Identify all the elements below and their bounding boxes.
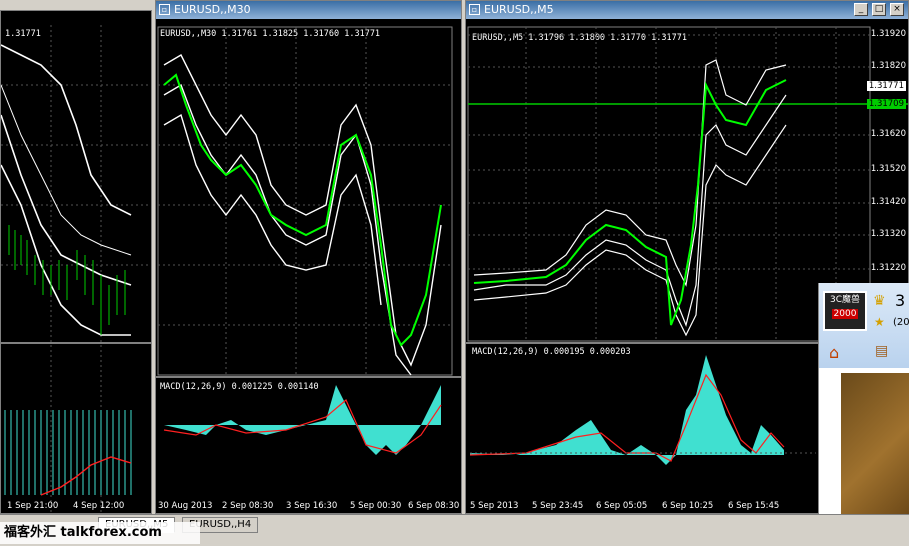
m30-x-label-3: 3 Sep 16:30 (286, 501, 338, 511)
popup-number: 3 (895, 291, 906, 310)
popup-logo-year: 2000 (831, 309, 859, 319)
m30-x-label-1: 30 Aug 2013 (158, 501, 213, 511)
popup-paren-text: (20 (893, 317, 909, 328)
m30-x-label-2: 2 Sep 08:30 (222, 501, 274, 511)
left-x-label-1: 1 Sep 21:00 (7, 501, 59, 511)
folder-icon[interactable]: ▤ (875, 343, 888, 359)
chart-window-left[interactable]: 1.31771 1 Sep 21:00 4 Sep 12:00 (0, 10, 152, 514)
m5-current-price-label: 1.31771 (866, 81, 906, 91)
left-price-svg (1, 25, 151, 513)
m30-macd-label: MACD(12,26,9) 0.001225 0.001140 (160, 382, 319, 392)
popup-logo-text: 3C魔兽 (829, 295, 860, 305)
popup-header: 3C魔兽 2000 ♛ 3 ★ (20 ⌂ ▤ (819, 283, 909, 368)
crown-icon: ♛ (873, 293, 886, 309)
m5-x-label-2: 5 Sep 23:45 (532, 501, 584, 511)
m5-bid-line-label: 1.31709 (866, 99, 906, 109)
floating-ad-popup[interactable]: 3C魔兽 2000 ♛ 3 ★ (20 ⌂ ▤ (818, 283, 909, 546)
left-x-label-2: 4 Sep 12:00 (73, 501, 125, 511)
m30-title-text: EURUSD,,M30 (174, 3, 251, 16)
m5-y-label: 1.31620 (870, 129, 906, 139)
m5-y-label: 1.31920 (870, 29, 906, 39)
m5-x-label-5: 6 Sep 15:45 (728, 501, 780, 511)
m5-y-label: 1.31520 (870, 164, 906, 174)
chart-window-icon: ▫ (159, 4, 170, 15)
m5-macd-label: MACD(12,26,9) 0.000195 0.000203 (472, 347, 631, 357)
star-icon: ★ (874, 315, 885, 329)
m5-y-label: 1.31420 (870, 197, 906, 207)
m30-price-svg (156, 26, 461, 455)
m5-y-label: 1.31220 (870, 263, 906, 273)
m30-x-label-4: 5 Sep 00:30 (350, 501, 402, 511)
m30-x-label-5: 6 Sep 08:30 (408, 501, 460, 511)
maximize-button[interactable]: □ (872, 3, 886, 16)
chart-window-icon: ▫ (469, 4, 480, 15)
close-button[interactable]: × (890, 3, 904, 16)
popup-logo[interactable]: 3C魔兽 2000 (823, 291, 867, 331)
m5-title-text: EURUSD,,M5 (484, 3, 554, 16)
m5-y-label: 1.31320 (870, 229, 906, 239)
m30-title-bar[interactable]: ▫ EURUSD,,M30 (156, 1, 461, 19)
m5-x-label-3: 6 Sep 05:05 (596, 501, 648, 511)
m5-y-label: 1.31820 (870, 61, 906, 71)
m5-x-label-4: 6 Sep 10:25 (662, 501, 714, 511)
chart-window-eurusd-m30[interactable]: ▫ EURUSD,,M30 EURUSD,,M30 1.31761 1.3182… (155, 0, 462, 514)
left-chart-area[interactable]: 1.31771 1 Sep 21:00 4 Sep 12:00 (1, 25, 151, 513)
m30-chart-area[interactable]: EURUSD,,M30 1.31761 1.31825 1.31760 1.31… (156, 25, 461, 513)
m5-x-label-1: 5 Sep 2013 (470, 501, 519, 511)
watermark: 福客外汇 talkforex.com (0, 522, 200, 544)
m5-title-bar[interactable]: ▫ EURUSD,,M5 _ □ × (466, 1, 908, 19)
minimize-button[interactable]: _ (854, 3, 868, 16)
home-icon[interactable]: ⌂ (829, 343, 839, 362)
